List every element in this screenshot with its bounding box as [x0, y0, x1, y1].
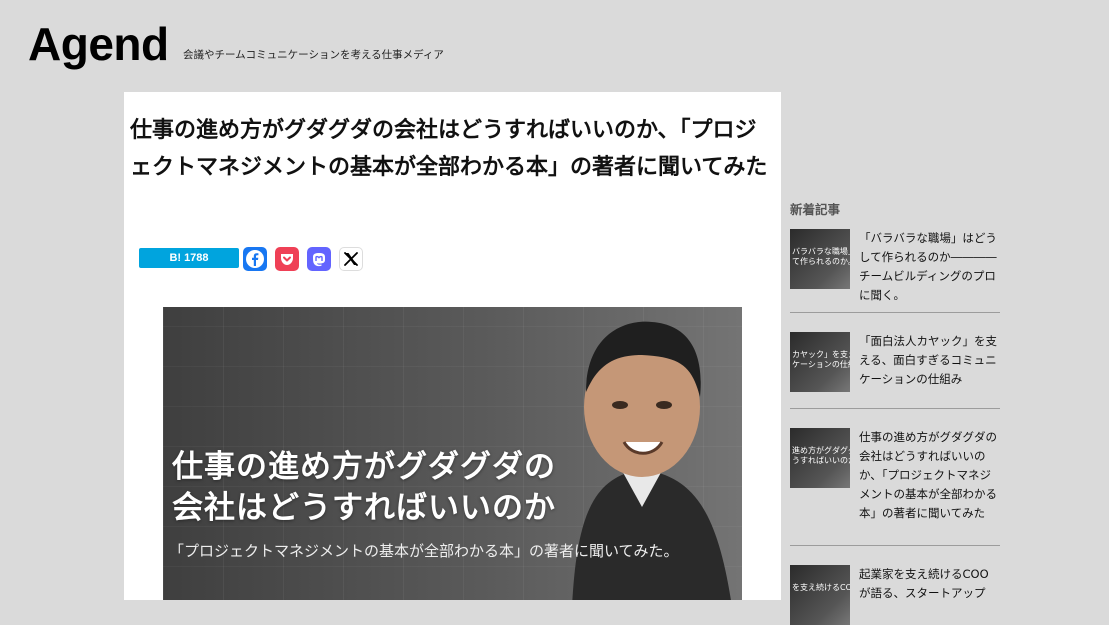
thumbnail-text: カヤック」を支える ケーションの仕組	[792, 350, 850, 369]
sidebar-article-title[interactable]: 「面白法人カヤック」を支える、面白すぎるコミュニケーションの仕組み	[859, 332, 999, 389]
article: 仕事の進め方がグダグダの会社はどうすればいいのか、「プロジェクトマネジメントの基…	[124, 92, 781, 600]
thumbnail-text: を支え続けるCOO	[792, 583, 850, 592]
hero-image: 仕事の進め方がグダグダの 会社はどうすればいいのか 「プロジェクトマネジメントの…	[163, 307, 742, 600]
article-thumbnail[interactable]: バラバラな職場」は て作られるのか。	[790, 229, 850, 289]
divider	[790, 545, 1000, 546]
article-thumbnail[interactable]: 進め方がグダグダ うすればいいのか	[790, 428, 850, 488]
sidebar-article-title[interactable]: 仕事の進め方がグダグダの会社はどうすればいいのか、「プロジェクトマネジメントの基…	[859, 428, 999, 523]
site-logo[interactable]: Agend	[28, 16, 169, 72]
x-share-button[interactable]	[339, 247, 363, 271]
facebook-share-button[interactable]	[243, 247, 267, 271]
x-icon	[344, 252, 358, 266]
site-tagline: 会議やチームコミュニケーションを考える仕事メディア	[183, 49, 444, 61]
sidebar-article-title[interactable]: 起業家を支え続けるCOOが語る、スタートアップ	[859, 565, 999, 603]
divider	[790, 312, 1000, 313]
mastodon-icon	[313, 253, 325, 267]
hatena-count: 1788	[184, 252, 209, 264]
facebook-icon	[246, 250, 264, 268]
article-thumbnail[interactable]: を支え続けるCOO	[790, 565, 850, 625]
hatena-bookmark-button[interactable]: B! 1788	[139, 248, 239, 268]
sidebar-article-title[interactable]: 「バラバラな職場」はどうして作られるのか――――チームビルディングのプロに聞く。	[859, 229, 999, 305]
site-header: Agend 会議やチームコミュニケーションを考える仕事メディア	[0, 0, 1109, 90]
article-thumbnail[interactable]: カヤック」を支える ケーションの仕組	[790, 332, 850, 392]
thumbnail-text: 進め方がグダグダ うすればいいのか	[792, 446, 850, 465]
share-buttons: B! 1788	[139, 247, 439, 271]
pocket-share-button[interactable]	[275, 247, 299, 271]
sidebar-heading: 新着記事	[790, 202, 841, 217]
hero-headline-line1: 仕事の進め方がグダグダの	[172, 449, 556, 485]
sidebar: 新着記事 バラバラな職場」は て作られるのか。 「バラバラな職場」はどうして作ら…	[790, 200, 1000, 625]
article-title: 仕事の進め方がグダグダの会社はどうすればいいのか、「プロジェクトマネジメントの基…	[130, 118, 768, 180]
mastodon-share-button[interactable]	[307, 247, 331, 271]
hatena-label: B!	[169, 252, 182, 264]
thumbnail-text: バラバラな職場」は て作られるのか。	[792, 247, 850, 266]
hero-subtitle: 「プロジェクトマネジメントの基本が全部わかる本」の著者に聞いてみた。	[169, 542, 679, 560]
hero-headline-line2: 会社はどうすればいいのか	[172, 490, 556, 526]
pocket-icon	[281, 254, 293, 265]
divider	[790, 408, 1000, 409]
